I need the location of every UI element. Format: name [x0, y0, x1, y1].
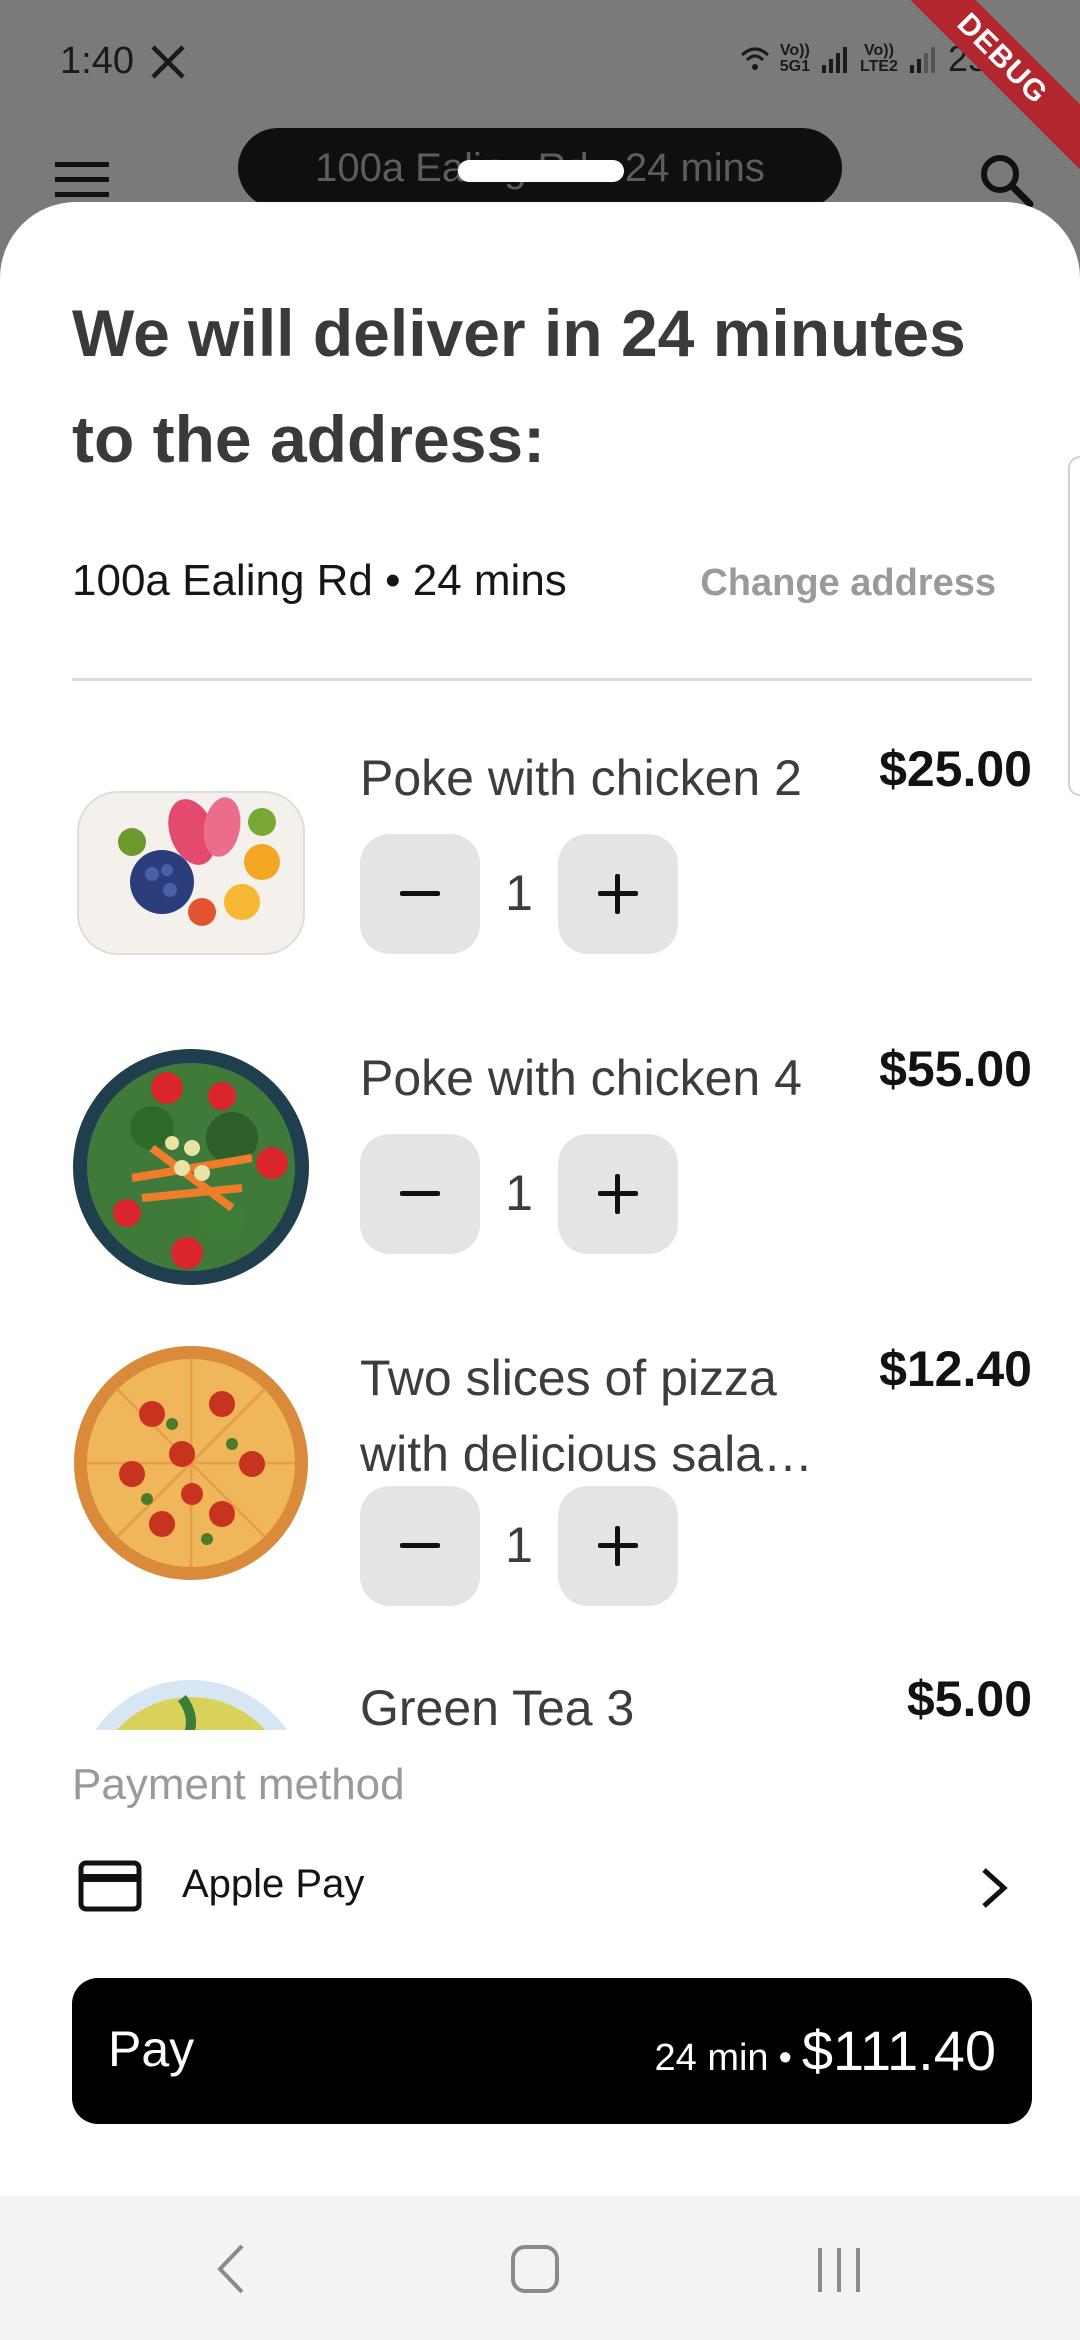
green-tea-image: [72, 1678, 310, 1730]
payment-method-name: Apple Pay: [182, 1862, 365, 1906]
decrease-button[interactable]: [360, 834, 480, 954]
home-icon[interactable]: [510, 2244, 560, 2294]
item-price: $55.00: [879, 1041, 1032, 1097]
system-nav-bar: [0, 2196, 1080, 2340]
cart-list[interactable]: Poke with chicken 2 $25.00 1 Poke with c…: [0, 700, 1080, 1730]
item-name: Two slices of pizza with delicious sala…: [360, 1350, 813, 1482]
delivery-headline: We will deliver in 24 minutes to the add…: [72, 296, 966, 476]
quantity-stepper: 1: [360, 1134, 680, 1254]
item-price: $25.00: [879, 741, 1032, 797]
minus-icon: [400, 1543, 440, 1548]
pizza-image: [72, 1344, 310, 1582]
pay-eta: 24 min: [654, 2037, 769, 2079]
signal-2-icon: [909, 47, 935, 73]
item-price: $12.40: [879, 1341, 1032, 1397]
fruit-platter-image: [72, 752, 310, 990]
back-icon[interactable]: [212, 2242, 252, 2296]
salad-bowl-image: [72, 1048, 310, 1286]
pay-total: $111.40: [801, 2019, 996, 2082]
minus-icon: [400, 891, 440, 896]
increase-button[interactable]: [558, 1486, 678, 1606]
item-name: Poke with chicken 2: [360, 750, 802, 806]
status-time: 1:40: [60, 40, 134, 82]
payment-method-selector[interactable]: Apple Pay: [72, 1848, 1032, 1928]
plus-icon-v: [615, 1526, 620, 1566]
signal-1-icon: [822, 47, 847, 73]
divider: [72, 678, 1032, 681]
increase-button[interactable]: [558, 1134, 678, 1254]
status-bar: 1:40 Vo))5G1 Vo))LTE2 25% DEBUG: [0, 0, 1080, 182]
quantity-value: 1: [505, 1165, 533, 1221]
item-name: Poke with chicken 4: [360, 1050, 802, 1106]
decrease-button[interactable]: [360, 1134, 480, 1254]
item-name: Green Tea 3: [360, 1680, 635, 1730]
decrease-button[interactable]: [360, 1486, 480, 1606]
network-2-label: Vo)) LTE2: [860, 42, 898, 75]
delivery-address: 100a Ealing Rd • 24 mins: [72, 556, 567, 605]
network-1-label: Vo)) 5G1: [779, 42, 810, 75]
chevron-right-icon: [982, 1868, 1008, 1908]
plus-icon-v: [615, 1174, 620, 1214]
plus-icon-v: [615, 874, 620, 914]
menu-icon[interactable]: [55, 160, 109, 200]
wifi-icon: [740, 47, 769, 70]
credit-card-icon: [78, 1860, 142, 1912]
pay-summary: 24 min • $111.40: [655, 2018, 997, 2083]
increase-button[interactable]: [558, 834, 678, 954]
pay-separator: •: [778, 2037, 792, 2079]
quantity-value: 1: [505, 1517, 533, 1573]
address-row: 100a Ealing Rd • 24 mins Change address: [72, 556, 1032, 616]
x-app-icon: [151, 45, 185, 79]
quantity-stepper: 1: [360, 834, 680, 954]
pay-button[interactable]: Pay 24 min • $111.40: [72, 1978, 1032, 2124]
minus-icon: [400, 1191, 440, 1196]
item-price: $5.00: [906, 1671, 1032, 1727]
quantity-stepper: 1: [360, 1486, 680, 1606]
change-address-link[interactable]: Change address: [700, 562, 996, 605]
recents-icon[interactable]: [814, 2246, 864, 2294]
payment-method-label: Payment method: [72, 1760, 405, 1809]
pay-button-label: Pay: [108, 2021, 195, 2077]
search-icon[interactable]: [978, 152, 1034, 208]
quantity-value: 1: [505, 865, 533, 921]
sheet-drag-handle[interactable]: [458, 160, 624, 182]
